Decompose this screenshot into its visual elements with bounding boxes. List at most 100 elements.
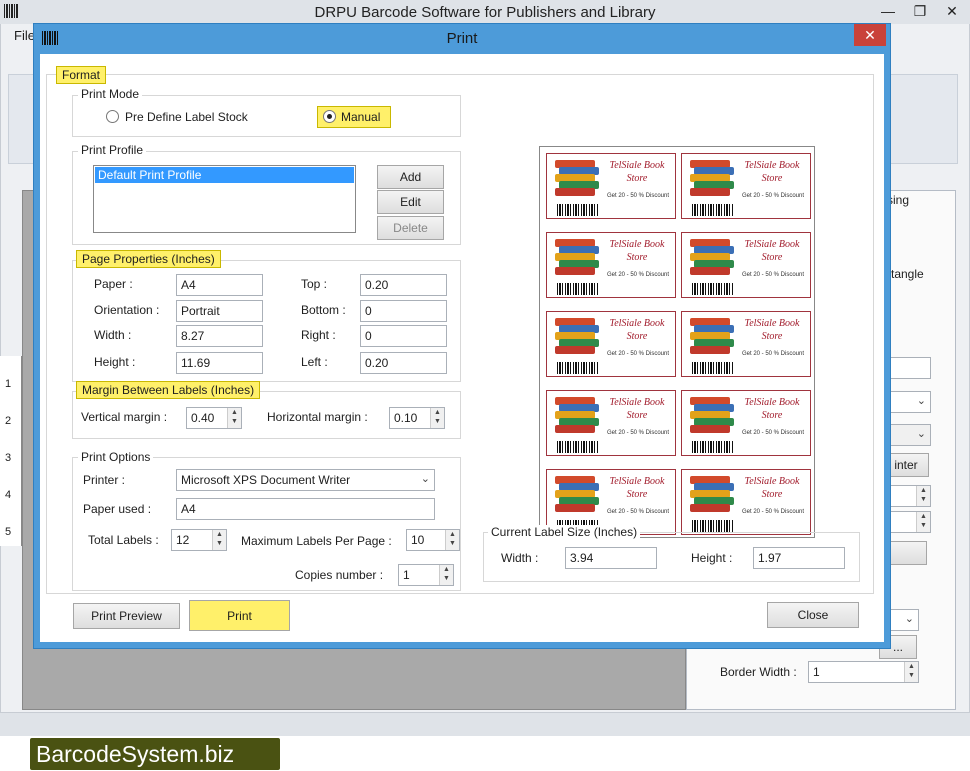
print-profile-title: Print Profile (78, 143, 147, 157)
books-image-icon (555, 476, 599, 516)
preview-store-name: TelSiale Book Store (609, 476, 665, 500)
books-image-icon (555, 397, 599, 437)
dialog-title: Print (446, 30, 478, 47)
print-options-title: Print Options (78, 450, 154, 464)
app-title: DRPU Barcode Software for Publishers and… (314, 4, 656, 21)
preview-store-name: TelSiale Book Store (609, 160, 665, 184)
print-preview-button[interactable]: Print Preview (73, 603, 180, 629)
ruler-number: 5 (5, 526, 12, 538)
label-width-field[interactable]: 3.94 (565, 547, 657, 569)
books-image-icon (555, 160, 599, 200)
printer-label: Printer : (83, 473, 126, 487)
print-dialog: Print ✕ Format Print Mode Pre Define Lab… (33, 23, 891, 649)
dialog-close-icon[interactable]: ✕ (854, 24, 886, 46)
profile-list-item[interactable]: Default Print Profile (95, 167, 354, 183)
restore-icon[interactable]: ❐ (904, 0, 936, 22)
width-label: Width : (94, 328, 132, 342)
profile-list[interactable]: Default Print Profile (93, 165, 356, 233)
panel-field[interactable] (887, 357, 931, 379)
max-per-page-label: Maximum Labels Per Page : (241, 534, 392, 548)
dialog-client: Format Print Mode Pre Define Label Stock… (40, 54, 884, 642)
preview-discount: Get 20 - 50 % Discount (741, 193, 805, 199)
ruler-number: 4 (5, 489, 12, 501)
label-size-title: Current Label Size (Inches) (488, 525, 641, 539)
label-height-field[interactable]: 1.97 (753, 547, 845, 569)
height-field[interactable]: 11.69 (176, 352, 263, 374)
orientation-label: Orientation : (94, 303, 160, 317)
books-image-icon (690, 318, 734, 358)
books-image-icon (690, 397, 734, 437)
panel-spinner[interactable]: ▲ ▼ (887, 485, 931, 507)
radio-predefine[interactable] (106, 110, 119, 123)
copies-label: Copies number : (295, 568, 384, 582)
copies-spinner[interactable]: 1 ▲ ▼ (398, 564, 454, 586)
preview-store-name: TelSiale Book Store (744, 318, 800, 342)
printer-select[interactable]: Microsoft XPS Document Writer ⌄ (176, 469, 435, 491)
vertical-margin-label: Vertical margin : (81, 410, 168, 424)
preview-store-name: TelSiale Book Store (609, 239, 665, 263)
preview-barcode (692, 520, 734, 532)
vertical-margin-spinner[interactable]: 0.40 ▲ ▼ (186, 407, 242, 429)
preview-store-name: TelSiale Book Store (744, 160, 800, 184)
brand-watermark: BarcodeSystem.biz (30, 738, 280, 770)
height-label: Height : (94, 355, 136, 369)
preview-label-card: TelSiale Book Store Get 20 - 50 % Discoun… (681, 311, 811, 377)
radio-manual[interactable] (323, 110, 336, 123)
add-profile-button[interactable]: Add (377, 165, 444, 189)
preview-store-name: TelSiale Book Store (744, 476, 800, 500)
radio-manual-label[interactable]: Manual (341, 110, 380, 124)
close-button[interactable]: Close (767, 602, 859, 628)
preview-label-card: TelSiale Book Store Get 20 - 50 % Discoun… (681, 232, 811, 298)
total-labels-spinner[interactable]: 12 ▲ ▼ (171, 529, 227, 551)
preview-barcode (557, 362, 599, 374)
preview-barcode (692, 441, 734, 453)
preview-label-card: TelSiale Book Store Get 20 - 50 % Discoun… (546, 232, 676, 298)
top-field[interactable]: 0.20 (360, 274, 447, 296)
format-label: Format (56, 66, 107, 84)
width-field[interactable]: 8.27 (176, 325, 263, 347)
panel-dropdown[interactable]: ⌄ (887, 609, 919, 631)
label-preview: TelSiale Book Store Get 20 - 50 % Discoun… (539, 146, 815, 538)
preview-barcode (692, 362, 734, 374)
edit-profile-button[interactable]: Edit (377, 190, 444, 214)
preview-store-name: TelSiale Book Store (609, 397, 665, 421)
page-properties-title: Page Properties (Inches) (76, 250, 221, 268)
status-bar (0, 712, 970, 736)
preview-label-card: TelSiale Book Store Get 20 - 50 % Discoun… (681, 153, 811, 219)
horizontal-margin-spinner[interactable]: 0.10 ▲ ▼ (389, 407, 445, 429)
paper-used-field[interactable]: A4 (176, 498, 435, 520)
margins-title: Margin Between Labels (Inches) (76, 381, 261, 399)
paper-field[interactable]: A4 (176, 274, 263, 296)
panel-dropdown[interactable]: ⌄ (887, 391, 931, 413)
right-label: Right : (301, 328, 336, 342)
preview-label-card: TelSiale Book Store Get 20 - 50 % Discoun… (681, 390, 811, 456)
preview-barcode (557, 204, 599, 216)
ruler-number: 2 (5, 415, 12, 427)
preview-discount: Get 20 - 50 % Discount (606, 351, 670, 357)
preview-discount: Get 20 - 50 % Discount (606, 272, 670, 278)
left-field[interactable]: 0.20 (360, 352, 447, 374)
border-width-label: Border Width : (720, 665, 797, 679)
close-icon[interactable]: ✕ (936, 0, 968, 22)
preview-discount: Get 20 - 50 % Discount (606, 430, 670, 436)
bottom-field[interactable]: 0 (360, 300, 447, 322)
books-image-icon (690, 476, 734, 516)
menu-file[interactable]: File (14, 28, 35, 43)
max-per-page-spinner[interactable]: 10 ▲ ▼ (406, 529, 460, 551)
orientation-field[interactable]: Portrait (176, 300, 263, 322)
panel-spinner[interactable]: ▲ ▼ (887, 511, 931, 533)
preview-store-name: TelSiale Book Store (609, 318, 665, 342)
print-button[interactable]: Print (189, 600, 290, 631)
shape-label-fragment: tangle (891, 267, 924, 281)
bottom-label: Bottom : (301, 303, 346, 317)
books-image-icon (690, 160, 734, 200)
radio-predefine-label[interactable]: Pre Define Label Stock (125, 110, 248, 124)
ruler-number: 3 (5, 452, 12, 464)
ruler-number: 1 (5, 378, 12, 390)
border-width-input[interactable]: 1 ▲ ▼ (808, 661, 919, 683)
right-field[interactable]: 0 (360, 325, 447, 347)
books-image-icon (690, 239, 734, 279)
left-label: Left : (301, 355, 328, 369)
minimize-icon[interactable]: — (872, 0, 904, 22)
print-mode-title: Print Mode (78, 87, 143, 101)
